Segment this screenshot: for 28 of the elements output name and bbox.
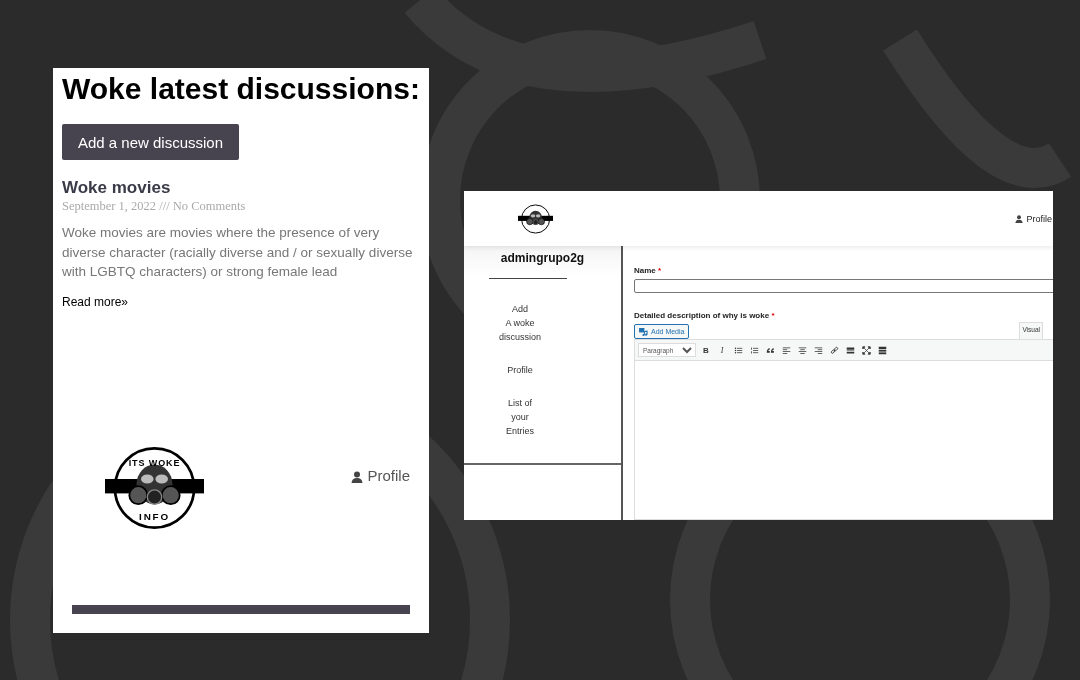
fullscreen-icon[interactable]: [861, 345, 871, 355]
quote-icon[interactable]: [765, 345, 775, 355]
username: admingrupo2g: [500, 251, 585, 265]
post-meta: September 1, 2022 /// No Comments: [62, 198, 246, 214]
profile-link[interactable]: Profile: [351, 466, 410, 484]
logo[interactable]: [518, 202, 554, 235]
sidebar-link[interactable]: List of your Entries: [506, 396, 534, 438]
post-excerpt: Woke movies are movies where the presence of very diverse character (racially diverse and / or sexually diverse with LGBTQ characters) or strong female lead: [62, 224, 414, 281]
read-more-tag-icon[interactable]: [845, 345, 855, 355]
user-icon: [351, 469, 364, 481]
add-discussion-button[interactable]: Add a new discussion: [62, 124, 239, 160]
read-more-link[interactable]: Read more»: [62, 294, 129, 309]
user-icon: [1015, 214, 1024, 223]
sidebar-link[interactable]: Profile: [507, 363, 533, 377]
sidebar-link[interactable]: Add A woke discussion: [499, 302, 541, 344]
toolbar-toggle-icon[interactable]: [877, 345, 887, 355]
media-icon: [639, 327, 648, 336]
post-title[interactable]: Woke movies: [62, 178, 420, 198]
profile-link[interactable]: Profile: [1015, 213, 1052, 224]
bold-button[interactable]: B: [700, 344, 712, 356]
name-field[interactable]: [634, 279, 1053, 293]
italic-button[interactable]: I: [716, 344, 728, 356]
field-label: Detailed description of why is woke *: [634, 311, 775, 320]
page-heading: Woke latest discussions:: [62, 71, 420, 107]
bulleted-list-icon[interactable]: [733, 345, 743, 355]
field-label: Name *: [634, 266, 662, 275]
link-icon[interactable]: [829, 345, 839, 355]
numbered-list-icon[interactable]: [749, 345, 759, 355]
